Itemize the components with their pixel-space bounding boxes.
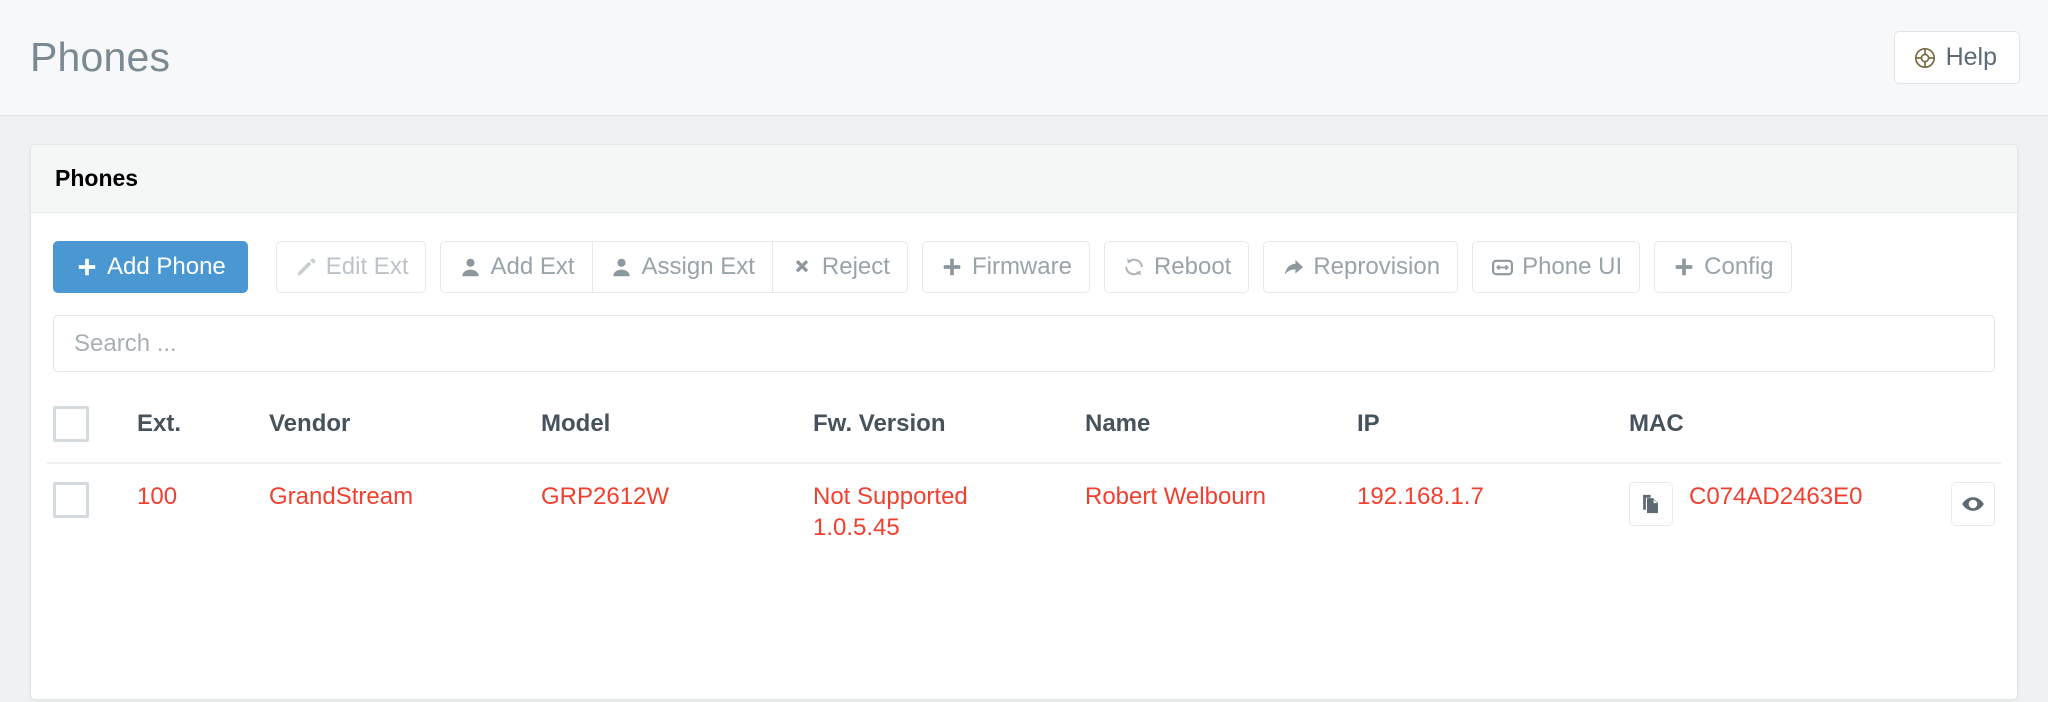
column-header-vendor[interactable]: Vendor [263,394,535,464]
search-input[interactable] [53,315,1995,372]
phones-toolbar: Add Phone Edit Ext Add Ext Assign Ext Re… [47,233,2001,293]
eye-icon [1961,492,1985,516]
help-button-label: Help [1945,43,1997,71]
mac-address-value: C074AD2463E0 [1689,483,1863,510]
column-header-actions [1891,394,2001,464]
cell-name: Robert Welbourn [1085,483,1266,510]
reprovision-label: Reprovision [1313,253,1441,280]
phones-table: Ext. Vendor Model Fw. Version Name IP MA… [47,394,2001,561]
config-label: Config [1704,253,1774,280]
fw-version-number: 1.0.5.45 [813,513,900,541]
cell-actions [1891,463,2001,561]
add-ext-label: Add Ext [490,253,575,280]
column-header-model[interactable]: Model [535,394,807,464]
page-header: Phones Help [0,0,2048,116]
help-button[interactable]: Help [1893,31,2020,84]
cell-ip: 192.168.1.7 [1357,483,1484,510]
cell-ext: 100 [137,483,178,510]
select-all-checkbox[interactable] [53,406,89,442]
panel-header: Phones [31,145,2017,213]
add-phone-label: Add Phone [107,253,226,280]
firmware-label: Firmware [971,253,1072,280]
config-button[interactable]: Config [1654,241,1792,293]
cell-fw-version: Not Supported 1.0.5.45 [807,463,1079,561]
select-all-header [47,394,131,464]
user-icon [458,255,482,279]
share-icon [1281,255,1305,279]
view-phone-button[interactable] [1951,482,1995,526]
assign-ext-label: Assign Ext [641,253,755,280]
ext-actions-group: Add Ext Assign Ext Reject [440,241,908,293]
lifering-icon [1913,46,1937,70]
firmware-button[interactable]: Firmware [921,241,1090,293]
fw-version-status: Not Supported [813,483,968,510]
user-icon [610,255,634,279]
pencil-icon [294,255,318,279]
table-row[interactable]: 100 GrandStream GRP2612W Not Supported 1… [47,463,2001,561]
reboot-label: Reboot [1153,253,1232,280]
edit-ext-label: Edit Ext [325,253,409,280]
plus-icon [1672,255,1696,279]
panel-body: Add Phone Edit Ext Add Ext Assign Ext Re… [31,213,2017,561]
refresh-icon [1122,255,1146,279]
times-icon [790,255,814,279]
cell-model: GRP2612W [541,483,670,510]
add-ext-button[interactable]: Add Ext [440,241,593,293]
reprovision-button[interactable]: Reprovision [1263,241,1459,293]
table-header-row: Ext. Vendor Model Fw. Version Name IP MA… [47,394,2001,464]
reject-label: Reject [821,253,890,280]
plus-icon [75,255,99,279]
search-row [47,293,2001,372]
edit-ext-button[interactable]: Edit Ext [275,241,427,293]
cell-mac: C074AD2463E0 [1623,463,1891,561]
column-header-ip[interactable]: IP [1351,394,1623,464]
cell-vendor: GrandStream [269,483,414,510]
column-header-ext[interactable]: Ext. [131,394,263,464]
copy-icon [1639,492,1663,516]
row-select-cell [47,463,131,561]
reboot-button[interactable]: Reboot [1103,241,1250,293]
display-icon [1490,255,1514,279]
row-checkbox[interactable] [53,482,89,518]
phone-ui-label: Phone UI [1522,253,1623,280]
assign-ext-button[interactable]: Assign Ext [591,241,773,293]
column-header-mac[interactable]: MAC [1623,394,1891,464]
reject-button[interactable]: Reject [771,241,908,293]
add-phone-button[interactable]: Add Phone [53,241,248,293]
column-header-name[interactable]: Name [1079,394,1351,464]
copy-mac-button[interactable] [1629,482,1673,526]
phones-panel: Phones Add Phone Edit Ext Add Ext Assign… [30,144,2018,700]
column-header-fw-version[interactable]: Fw. Version [807,394,1079,464]
page-title: Phones [30,34,171,80]
panel-title: Phones [55,165,139,191]
phone-ui-button[interactable]: Phone UI [1472,241,1641,293]
plus-icon [940,255,964,279]
